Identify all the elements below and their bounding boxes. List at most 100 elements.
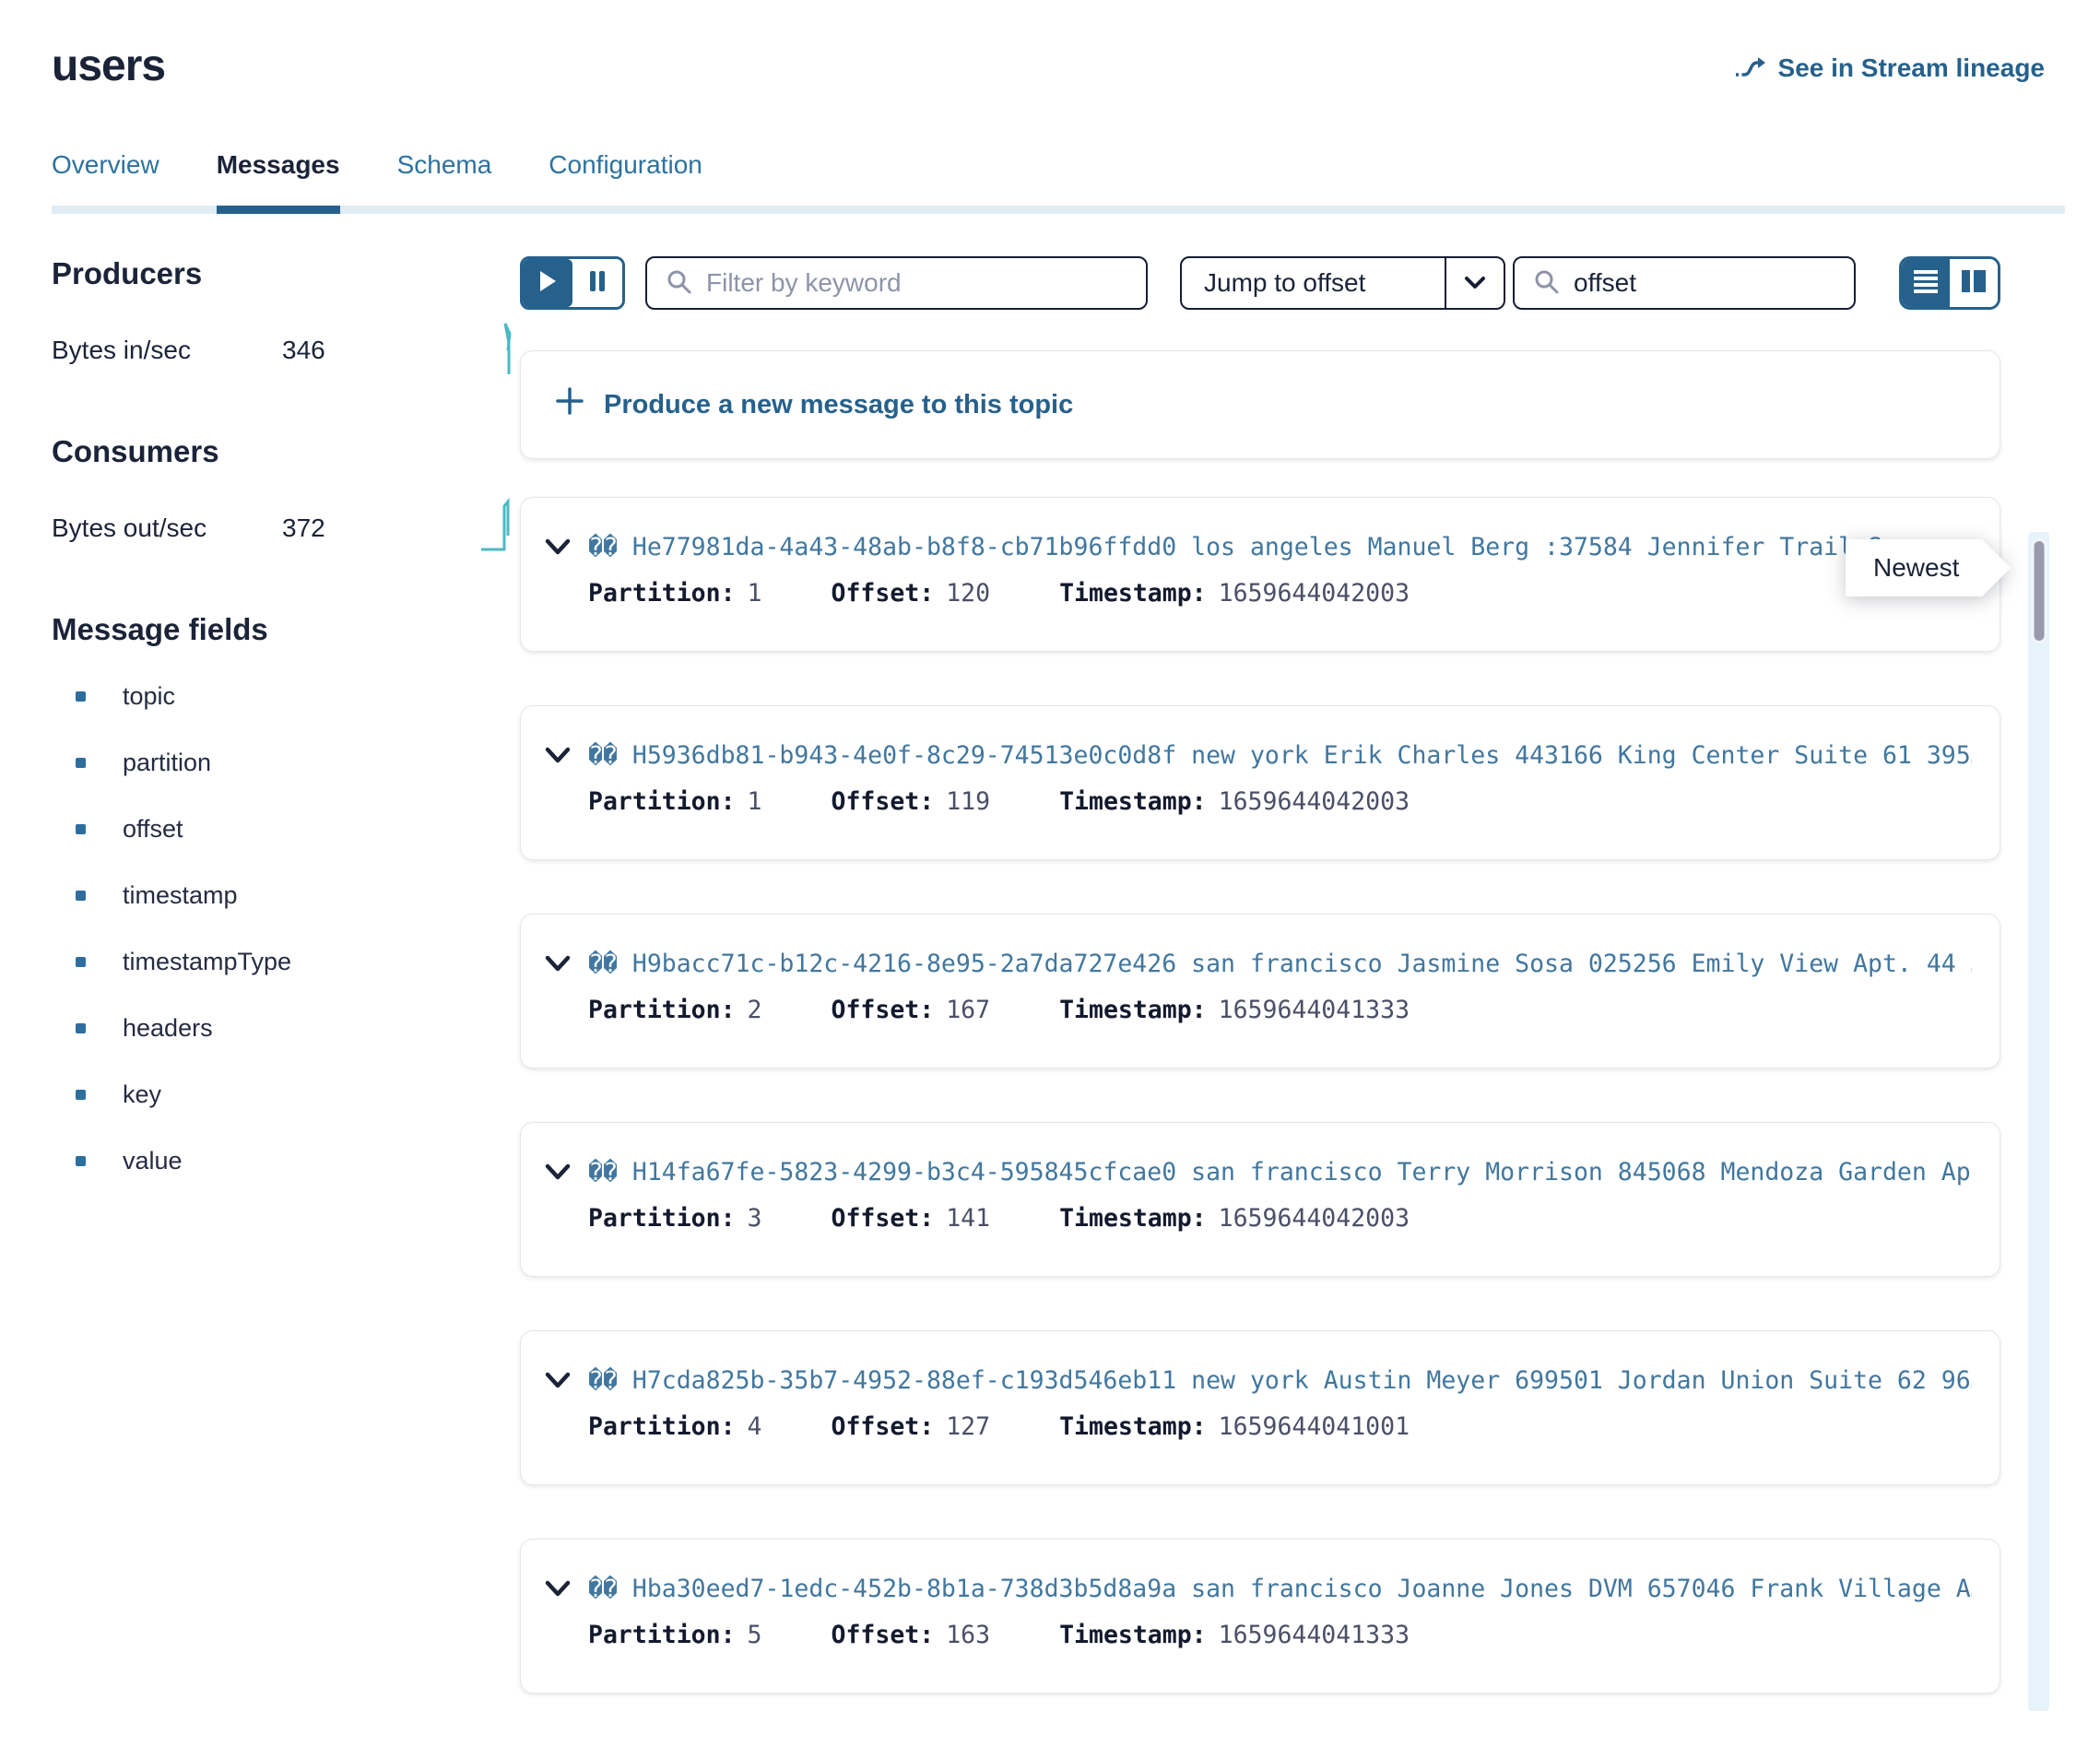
offset-value: 141 (946, 1204, 990, 1233)
pause-button[interactable] (572, 259, 622, 307)
chevron-down-icon[interactable] (544, 746, 572, 766)
bytes-out-metric: Bytes out/sec 372 (52, 497, 520, 559)
bytes-out-value: 372 (282, 513, 325, 543)
bytes-in-value: 346 (282, 336, 325, 365)
partition-value: 1 (748, 579, 762, 608)
page-title: users (52, 41, 165, 91)
tab-schema[interactable]: Schema (397, 150, 492, 206)
timestamp-value: 1659644041001 (1219, 1412, 1410, 1441)
offset-value: 163 (946, 1621, 990, 1649)
bytes-out-sparkline (479, 497, 518, 559)
chevron-down-icon[interactable] (544, 1163, 572, 1183)
message-list-scrollbar[interactable] (2028, 532, 2049, 1711)
offset-value: 127 (946, 1412, 990, 1441)
bytes-in-sparkline (487, 319, 518, 381)
chevron-down-icon[interactable] (544, 1371, 572, 1391)
offset-value: 119 (946, 787, 990, 816)
columns-view-icon (1961, 268, 1987, 299)
message-meta: Partition: 1 Offset: 119 Timestamp: 1659… (588, 787, 1972, 816)
partition-value: 1 (748, 787, 762, 816)
bytes-in-label: Bytes in/sec (52, 336, 282, 365)
chevron-down-icon[interactable] (544, 1579, 572, 1599)
offset-value: 167 (946, 996, 990, 1024)
message-row[interactable]: �� H9bacc71c-b12c-4216-8e95-2a7da727e426… (520, 914, 2000, 1068)
timestamp-label: Timestamp: (1059, 1621, 1207, 1649)
timestamp-label: Timestamp: (1059, 579, 1207, 608)
offset-search-field (1513, 256, 1856, 310)
scroll-tooltip-label: Newest (1846, 539, 1983, 596)
message-field-label: topic (123, 682, 175, 711)
message-field-label: partition (123, 749, 211, 777)
producers-heading: Producers (52, 256, 520, 291)
offset-value: 120 (946, 579, 990, 608)
message-field-item-timestamp[interactable]: timestamp (52, 881, 520, 910)
message-meta: Partition: 5 Offset: 163 Timestamp: 1659… (588, 1621, 1972, 1649)
play-button[interactable] (523, 259, 572, 307)
timestamp-label: Timestamp: (1059, 1204, 1207, 1233)
jump-to-offset-select[interactable]: Jump to offset (1180, 256, 1505, 310)
message-field-label: key (123, 1080, 161, 1109)
scroll-position-tooltip: Newest (1846, 539, 1983, 596)
list-view-button[interactable] (1902, 259, 1950, 307)
message-field-item-topic[interactable]: topic (52, 682, 520, 711)
message-fields-list: topic partition offset timestamp timesta… (52, 682, 520, 1175)
chevron-down-icon[interactable] (544, 537, 572, 558)
message-field-item-timestampType[interactable]: timestampType (52, 948, 520, 976)
partition-label: Partition: (588, 1412, 736, 1441)
message-key: �� H14fa67fe-5823-4299-b3c4-595845cfcae0… (588, 1158, 1972, 1186)
timestamp-value: 1659644042003 (1219, 579, 1410, 608)
bullet-icon (76, 1023, 86, 1033)
tab-messages[interactable]: Messages (217, 150, 340, 206)
columns-view-button[interactable] (1950, 259, 1998, 307)
message-field-item-offset[interactable]: offset (52, 815, 520, 844)
message-row[interactable]: �� Hba30eed7-1edc-452b-8b1a-738d3b5d8a9a… (520, 1539, 2000, 1694)
bullet-icon (76, 1156, 86, 1166)
message-field-label: headers (123, 1014, 213, 1043)
jump-to-offset-label: Jump to offset (1182, 268, 1445, 298)
chevron-down-icon[interactable] (544, 954, 572, 974)
message-field-label: timestampType (123, 948, 291, 976)
consumers-heading: Consumers (52, 434, 520, 469)
partition-label: Partition: (588, 787, 736, 816)
bullet-icon (76, 691, 86, 702)
message-field-item-value[interactable]: value (52, 1147, 520, 1175)
message-row[interactable]: �� H5936db81-b943-4e0f-8c29-74513e0c0d8f… (520, 705, 2000, 860)
message-field-item-headers[interactable]: headers (52, 1014, 520, 1043)
partition-value: 2 (748, 996, 762, 1024)
offset-search-input[interactable] (1574, 268, 1835, 298)
message-row[interactable]: �� H7cda825b-35b7-4952-88ef-c193d546eb11… (520, 1330, 2000, 1485)
message-key: �� H5936db81-b943-4e0f-8c29-74513e0c0d8f… (588, 741, 1972, 770)
partition-value: 3 (748, 1204, 762, 1233)
chevron-down-icon (1446, 276, 1504, 290)
tab-configuration[interactable]: Configuration (549, 150, 702, 206)
message-list: �� He77981da-4a43-48ab-b8f8-cb71b96ffdd0… (520, 497, 2000, 1694)
timestamp-label: Timestamp: (1059, 996, 1207, 1024)
scrollbar-thumb[interactable] (2031, 538, 2047, 643)
bytes-out-label: Bytes out/sec (52, 513, 282, 543)
filter-input[interactable] (706, 268, 1127, 298)
message-field-item-partition[interactable]: partition (52, 749, 520, 777)
timestamp-value: 1659644042003 (1219, 1204, 1410, 1233)
message-row[interactable]: �� He77981da-4a43-48ab-b8f8-cb71b96ffdd0… (520, 497, 2000, 652)
stream-lineage-link[interactable]: See in Stream lineage (1734, 53, 2045, 83)
tab-underline-track (52, 206, 2065, 214)
partition-value: 4 (748, 1412, 762, 1441)
message-field-item-key[interactable]: key (52, 1080, 520, 1109)
page-header: users See in Stream lineage (0, 0, 2100, 91)
offset-label: Offset: (832, 1412, 935, 1441)
message-meta: Partition: 3 Offset: 141 Timestamp: 1659… (588, 1204, 1972, 1233)
message-field-label: timestamp (123, 881, 238, 910)
message-row[interactable]: �� H14fa67fe-5823-4299-b3c4-595845cfcae0… (520, 1122, 2000, 1277)
sidebar: Producers Bytes in/sec 346 Consumers Byt… (52, 256, 520, 1747)
partition-label: Partition: (588, 996, 736, 1024)
message-meta: Partition: 1 Offset: 120 Timestamp: 1659… (588, 579, 1972, 608)
timestamp-label: Timestamp: (1059, 1412, 1207, 1441)
tab-overview[interactable]: Overview (52, 150, 159, 206)
message-field-label: offset (123, 815, 183, 844)
produce-message-button[interactable]: Produce a new message to this topic (520, 350, 2000, 459)
partition-value: 5 (748, 1621, 762, 1649)
plus-icon (556, 387, 584, 422)
message-fields-heading: Message fields (52, 612, 520, 647)
list-view-icon (1913, 268, 1939, 299)
offset-label: Offset: (832, 579, 935, 608)
